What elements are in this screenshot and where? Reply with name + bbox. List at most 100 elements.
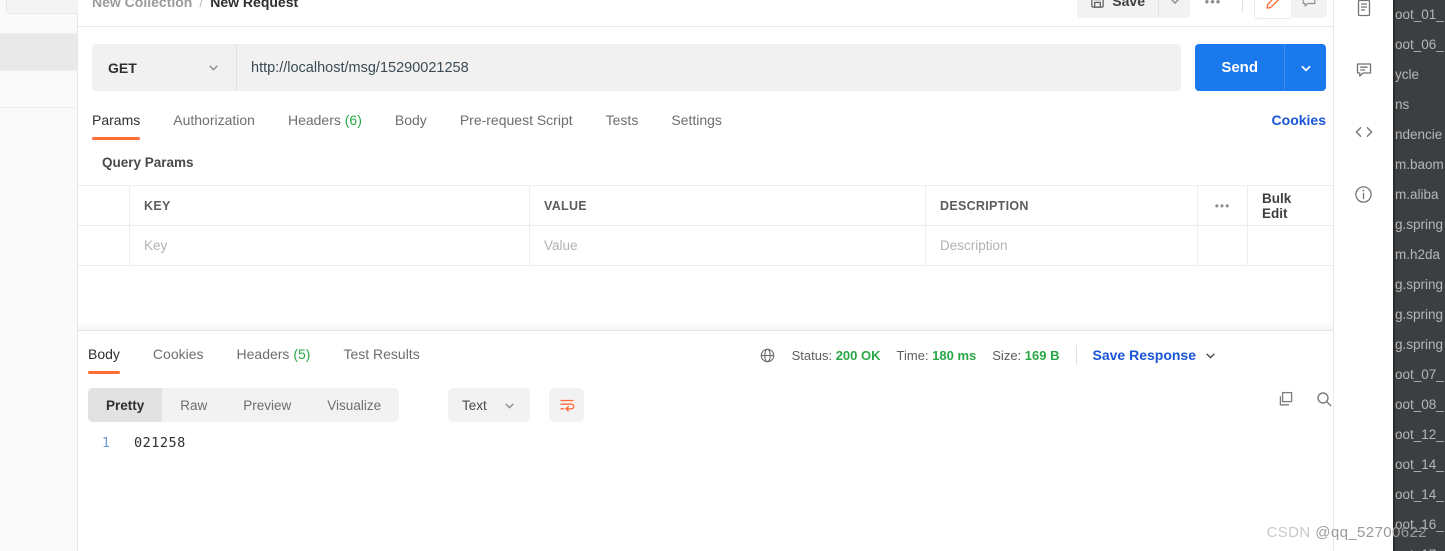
breadcrumb-request[interactable]: New Request	[210, 0, 298, 10]
param-key-input[interactable]: Key	[130, 226, 530, 265]
tab-headers[interactable]: Headers (6)	[288, 106, 362, 140]
ide-line[interactable]: m.baom	[1393, 150, 1445, 180]
response-tab-test-results[interactable]: Test Results	[343, 340, 419, 374]
table-header-row: KEY VALUE DESCRIPTION ••• Bulk Edit	[78, 186, 1333, 226]
tab-label: Test Results	[343, 346, 420, 362]
ide-line[interactable]: oot_08_	[1393, 390, 1445, 420]
method-selector[interactable]: GET	[92, 44, 236, 91]
tab-body[interactable]: Body	[395, 106, 427, 140]
breadcrumb-collection[interactable]: New Collection	[92, 0, 192, 10]
pencil-icon	[1265, 0, 1282, 10]
view-mode-visualize[interactable]: Visualize	[309, 388, 399, 422]
comment-request-button[interactable]	[1291, 0, 1327, 18]
word-wrap-button[interactable]	[549, 388, 584, 422]
param-value-input[interactable]: Value	[530, 226, 926, 265]
tab-settings[interactable]: Settings	[671, 106, 722, 140]
ide-line[interactable]: g.spring	[1393, 270, 1445, 300]
ide-line[interactable]: g.spring	[1393, 210, 1445, 240]
response-format-selector[interactable]: Text	[448, 388, 530, 422]
select-all-cell[interactable]	[78, 186, 130, 225]
response-body-viewer[interactable]: 1 021258	[88, 435, 1248, 451]
response-tab-cookies[interactable]: Cookies	[153, 340, 204, 374]
row-checkbox-cell[interactable]	[78, 226, 130, 265]
ide-line[interactable]: oot_12_	[1393, 420, 1445, 450]
tab-label: Tests	[605, 112, 639, 128]
tab-tests[interactable]: Tests	[606, 106, 639, 140]
line-text: 021258	[134, 435, 186, 451]
pane-shadow	[78, 322, 1333, 330]
tab-pre-request-script[interactable]: Pre-request Script	[460, 106, 573, 140]
tab-label: Cookies	[152, 346, 204, 362]
ellipsis-icon: •••	[1214, 198, 1231, 213]
ide-line[interactable]: m.aliba	[1393, 180, 1445, 210]
tab-params[interactable]: Params	[92, 106, 141, 140]
tab-label: Settings	[671, 112, 722, 128]
table-more-options-button[interactable]: •••	[1198, 186, 1248, 225]
tab-label: Headers	[287, 112, 341, 128]
response-pane-divider	[78, 330, 1333, 331]
tab-label: Pre-request Script	[459, 112, 573, 128]
response-tab-headers[interactable]: Headers (5)	[237, 340, 311, 374]
response-tab-bar: Body Cookies Headers (5) Test Results	[88, 340, 453, 374]
word-wrap-icon	[558, 396, 576, 414]
format-label: Text	[462, 397, 487, 413]
line-number: 1	[101, 435, 110, 451]
chevron-down-icon	[1169, 0, 1181, 7]
ide-line[interactable]: oot_17_	[1393, 540, 1445, 551]
tab-label: Body	[394, 112, 427, 128]
view-mode-raw[interactable]: Raw	[162, 388, 225, 422]
size-label: Size:	[992, 347, 1022, 363]
code-icon[interactable]	[1334, 102, 1394, 162]
request-tab-bar: Params Authorization Headers (6) Body Pr…	[92, 106, 1326, 140]
tab-authorization[interactable]: Authorization	[173, 106, 255, 140]
watermark: CSDN @qq_52700622	[1267, 524, 1427, 541]
ide-line[interactable]: oot_07_	[1393, 360, 1445, 390]
cookies-link[interactable]: Cookies	[1272, 106, 1326, 134]
save-dropdown-button[interactable]	[1158, 0, 1190, 18]
ellipsis-icon: •••	[1204, 0, 1222, 9]
ide-line[interactable]: m.h2da	[1393, 240, 1445, 270]
bulk-edit-button[interactable]: Bulk Edit	[1248, 186, 1333, 225]
save-button[interactable]: Save	[1077, 0, 1158, 18]
ide-line[interactable]: ndencie	[1393, 120, 1445, 150]
tab-count: (5)	[293, 346, 311, 362]
header-divider	[78, 26, 1333, 27]
response-tab-body[interactable]: Body	[88, 340, 120, 374]
ide-line[interactable]: oot_06_	[1393, 30, 1445, 60]
meta-divider	[1075, 345, 1077, 365]
search-icon[interactable]	[1315, 390, 1333, 408]
send-button[interactable]: Send	[1195, 44, 1284, 91]
save-response-button[interactable]: Save Response	[1093, 347, 1218, 363]
ide-line[interactable]: g.spring	[1393, 300, 1445, 330]
url-input[interactable]: http://localhost/msg/15290021258	[236, 44, 1182, 91]
comment-icon[interactable]	[1334, 40, 1394, 100]
request-pane: New Collection / New Request Save ••• GE…	[78, 0, 1333, 551]
view-mode-pretty[interactable]: Pretty	[88, 388, 163, 422]
copy-icon[interactable]	[1277, 390, 1295, 408]
send-dropdown-button[interactable]	[1284, 44, 1326, 91]
tab-label: Body	[88, 346, 120, 362]
chevron-down-icon	[207, 61, 220, 74]
column-header-key: KEY	[130, 186, 530, 225]
save-response-label: Save Response	[1092, 347, 1197, 363]
tab-label: Params	[92, 112, 141, 128]
globe-icon[interactable]	[759, 347, 776, 364]
more-options-button[interactable]: •••	[1196, 0, 1230, 18]
info-icon[interactable]	[1334, 164, 1394, 224]
edit-request-button[interactable]	[1255, 0, 1291, 18]
ide-line[interactable]: oot_14_	[1393, 450, 1445, 480]
ide-line[interactable]: ycle	[1393, 60, 1445, 90]
view-mode-preview[interactable]: Preview	[225, 388, 309, 422]
chevron-down-icon	[1299, 61, 1313, 75]
ide-line[interactable]: g.spring	[1393, 330, 1445, 360]
documentation-icon[interactable]	[1334, 0, 1394, 38]
ide-line[interactable]: oot_01_	[1393, 0, 1445, 30]
size-value: 169 B	[1024, 347, 1060, 363]
toolbar-divider	[1242, 0, 1243, 13]
ide-line[interactable]: oot_14_	[1393, 480, 1445, 510]
response-view-mode-group: Pretty Raw Preview Visualize	[88, 388, 400, 422]
ide-line[interactable]: ns	[1393, 90, 1445, 120]
param-description-input[interactable]: Description	[926, 226, 1198, 265]
sidebar-selected-row[interactable]	[0, 34, 77, 70]
sidebar-divider	[0, 70, 77, 71]
